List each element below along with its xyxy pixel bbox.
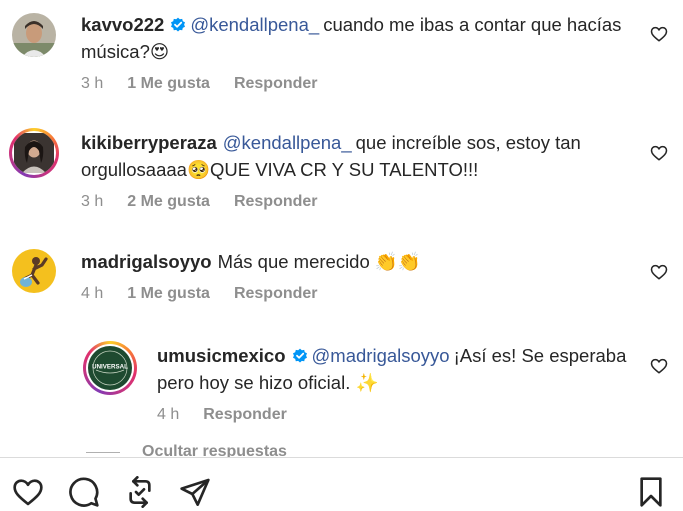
like-heart-icon[interactable] bbox=[650, 263, 668, 281]
comment-username[interactable]: kavvo222 bbox=[81, 14, 164, 35]
heart-icon[interactable] bbox=[12, 476, 44, 508]
likes-count-button[interactable]: 2 Me gusta bbox=[127, 193, 210, 211]
reply-button[interactable]: Responder bbox=[234, 285, 318, 303]
mention-link[interactable]: @kendallpena_ bbox=[223, 132, 352, 153]
reply-button[interactable]: Responder bbox=[234, 193, 318, 211]
avatar[interactable] bbox=[12, 249, 56, 293]
comment-time: 3 h bbox=[81, 75, 104, 92]
comment-body: umusicmexico @madrigalsoyyo ¡Así es! Se es… bbox=[157, 342, 633, 424]
comment-meta: 4 h 1 Me gusta Responder bbox=[81, 285, 633, 303]
comment-meta: 3 h 2 Me gusta Responder bbox=[81, 193, 633, 211]
avatar[interactable] bbox=[12, 13, 56, 57]
like-heart-icon[interactable] bbox=[650, 25, 668, 43]
story-ring-avatar[interactable] bbox=[9, 128, 59, 178]
save-icon[interactable] bbox=[635, 476, 667, 508]
hide-replies-label: Ocultar respuestas bbox=[142, 443, 287, 457]
story-ring-avatar[interactable]: UNIVERSAL bbox=[83, 341, 137, 395]
likes-count-button[interactable]: 1 Me gusta bbox=[127, 285, 210, 303]
like-heart-icon[interactable] bbox=[650, 144, 668, 162]
comment-body: madrigalsoyyo Más que merecido 👏👏 4 h 1 M… bbox=[81, 248, 633, 303]
comment-time: 4 h bbox=[157, 406, 180, 423]
comment-body: kavvo222 @kendallpena_ cuando me ibas a co… bbox=[81, 11, 633, 93]
post-actions-bar bbox=[0, 458, 683, 511]
comment-message: Más que merecido 👏👏 bbox=[217, 251, 421, 272]
comment-text: madrigalsoyyo Más que merecido 👏👏 bbox=[81, 248, 633, 275]
mention-link[interactable]: @madrigalsoyyo bbox=[312, 345, 450, 366]
repost-icon[interactable] bbox=[124, 476, 156, 508]
comment-time: 3 h bbox=[81, 193, 104, 210]
comment-time: 4 h bbox=[81, 285, 104, 302]
comment-body: kikiberryperaza @kendallpena_ que increíbl… bbox=[81, 129, 633, 211]
comment-username[interactable]: umusicmexico bbox=[157, 345, 286, 366]
comment-text: umusicmexico @madrigalsoyyo ¡Así es! Se es… bbox=[157, 342, 633, 396]
comment-username[interactable]: madrigalsoyyo bbox=[81, 251, 212, 272]
comments-list: kavvo222 @kendallpena_ cuando me ibas a co… bbox=[0, 0, 683, 457]
reply-button[interactable]: Responder bbox=[234, 75, 318, 93]
universal-logo-avatar: UNIVERSAL bbox=[88, 346, 132, 390]
verified-badge-icon bbox=[171, 17, 186, 32]
hide-replies-button[interactable]: Ocultar respuestas bbox=[86, 441, 287, 457]
reply-button[interactable]: Responder bbox=[203, 406, 287, 424]
comment-text: kavvo222 @kendallpena_ cuando me ibas a co… bbox=[81, 11, 633, 65]
comment-meta: 4 h Responder bbox=[157, 406, 633, 424]
likes-count-button[interactable]: 1 Me gusta bbox=[127, 75, 210, 93]
hide-replies-line bbox=[86, 451, 120, 453]
comment-icon[interactable] bbox=[68, 476, 100, 508]
comment-meta: 3 h 1 Me gusta Responder bbox=[81, 75, 633, 93]
logo-text: UNIVERSAL bbox=[92, 364, 128, 371]
like-heart-icon[interactable] bbox=[650, 357, 668, 375]
share-icon[interactable] bbox=[179, 476, 211, 508]
comment-username[interactable]: kikiberryperaza bbox=[81, 132, 217, 153]
verified-badge-icon bbox=[292, 348, 307, 363]
avatar bbox=[14, 133, 54, 173]
comment-text: kikiberryperaza @kendallpena_ que increíbl… bbox=[81, 129, 633, 183]
mention-link[interactable]: @kendallpena_ bbox=[190, 14, 319, 35]
